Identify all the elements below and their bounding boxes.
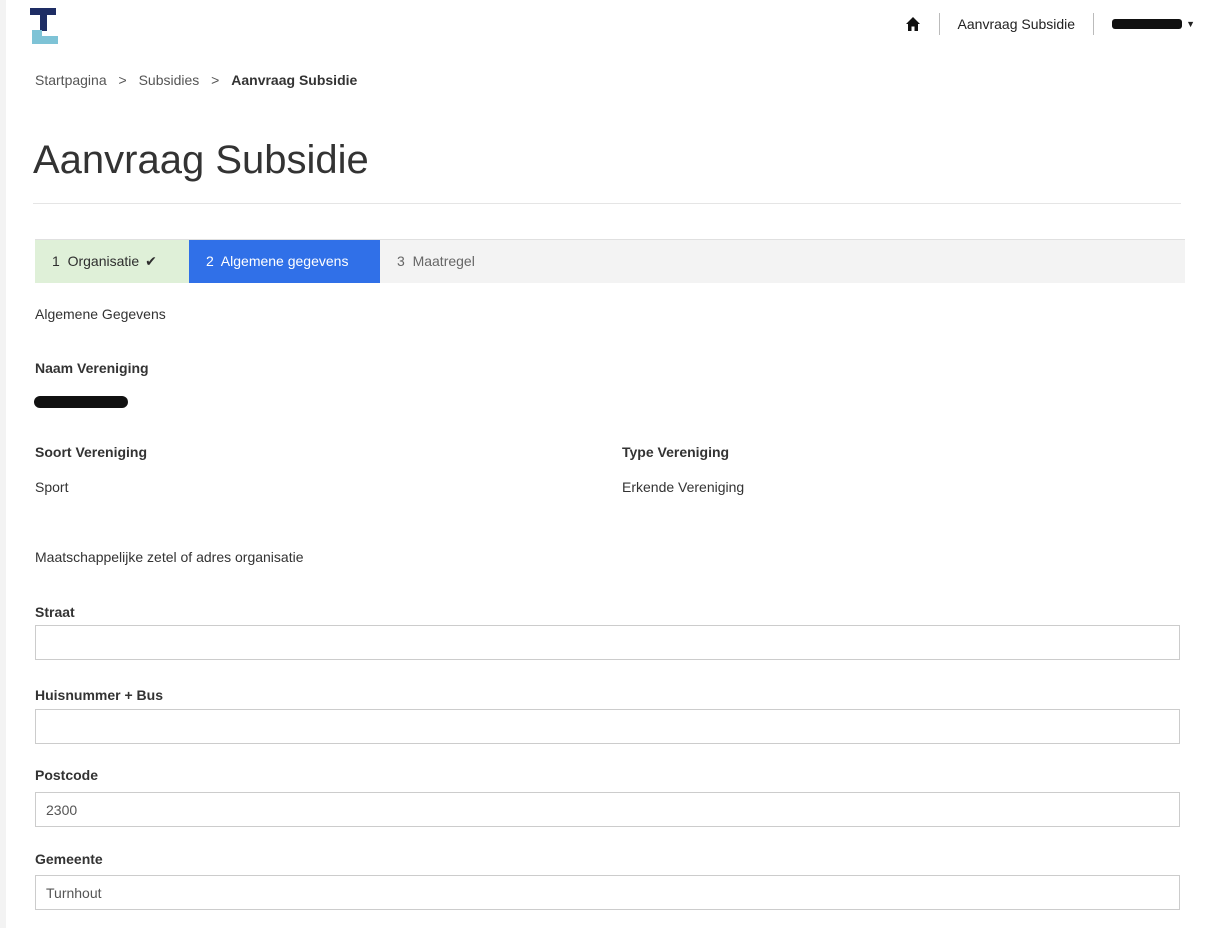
wizard-steps: 1 Organisatie ✔ 2 Algemene gegevens 3 Maa… <box>35 239 1185 283</box>
gemeente-label: Gemeente <box>35 851 103 867</box>
straat-label: Straat <box>35 604 75 620</box>
breadcrumb-separator: > <box>211 72 220 88</box>
huisnummer-bus-input[interactable] <box>35 709 1180 744</box>
type-vereniging-label: Type Vereniging <box>622 444 730 460</box>
breadcrumb: Startpagina > Subsidies > Aanvraag Subsi… <box>35 72 357 88</box>
soort-vereniging-label: Soort Vereniging <box>35 444 148 460</box>
nav-link-aanvraag-subsidie[interactable]: Aanvraag Subsidie <box>958 16 1076 32</box>
step-organisatie[interactable]: 1 Organisatie ✔ <box>35 240 189 283</box>
naam-vereniging-label: Naam Vereniging <box>35 360 149 376</box>
breadcrumb-current: Aanvraag Subsidie <box>231 72 358 88</box>
logo-mark-icon <box>30 8 58 44</box>
breadcrumb-startpagina[interactable]: Startpagina <box>35 72 107 88</box>
step-label: 1 Organisatie <box>52 253 140 269</box>
user-menu[interactable]: ▼ <box>1112 19 1195 29</box>
redacted-username <box>1112 19 1183 29</box>
section-title-algemene-gegevens: Algemene Gegevens <box>35 306 166 322</box>
left-edge-strip <box>0 0 6 928</box>
breadcrumb-subsidies[interactable]: Subsidies <box>139 72 200 88</box>
gemeente-input[interactable] <box>35 875 1180 910</box>
title-divider <box>33 203 1181 204</box>
turnhout-logo[interactable] <box>30 8 170 48</box>
section-title-adres: Maatschappelijke zetel of adres organisa… <box>35 549 304 565</box>
home-icon[interactable] <box>905 16 921 32</box>
step-maatregel[interactable]: 3 Maatregel <box>380 240 492 283</box>
postcode-input[interactable] <box>35 792 1180 827</box>
top-navigation: Aanvraag Subsidie ▼ <box>905 12 1195 36</box>
nav-divider <box>1093 13 1095 35</box>
redacted-naam-vereniging <box>34 396 128 408</box>
page-title: Aanvraag Subsidie <box>33 138 369 182</box>
breadcrumb-separator: > <box>118 72 127 88</box>
huisnummer-bus-label: Huisnummer + Bus <box>35 687 163 703</box>
step-label: 3 Maatregel <box>397 253 475 269</box>
caret-down-icon: ▼ <box>1186 19 1195 29</box>
postcode-label: Postcode <box>35 767 99 783</box>
step-algemene-gegevens[interactable]: 2 Algemene gegevens <box>189 240 380 283</box>
check-icon: ✔ <box>145 253 157 269</box>
type-vereniging-value: Erkende Vereniging <box>622 479 745 495</box>
straat-input[interactable] <box>35 625 1180 660</box>
soort-vereniging-value: Sport <box>35 479 69 495</box>
step-label: 2 Algemene gegevens <box>206 253 349 269</box>
nav-divider <box>938 13 940 35</box>
